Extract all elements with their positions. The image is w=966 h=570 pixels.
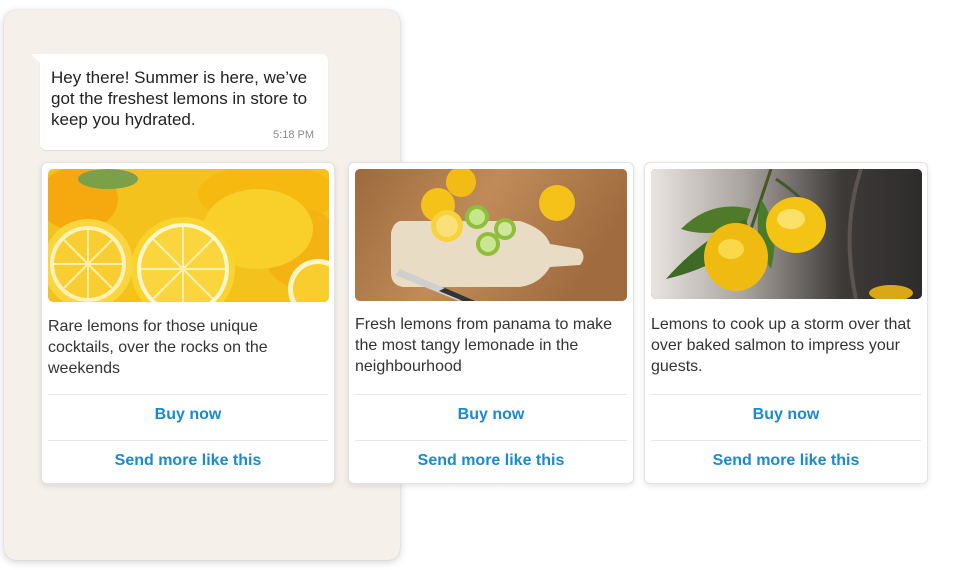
card-description: Lemons to cook up a storm over that over… (651, 316, 911, 375)
buy-now-button[interactable]: Buy now (42, 406, 334, 424)
send-more-button[interactable]: Send more like this (349, 452, 633, 470)
stage: Hey there! Summer is here, we’ve got the… (0, 0, 966, 570)
message-timestamp: 5:18 PM (273, 129, 314, 141)
divider (355, 394, 627, 395)
card-description: Fresh lemons from panama to make the mos… (355, 316, 612, 375)
divider (651, 394, 921, 395)
buy-now-button[interactable]: Buy now (349, 406, 633, 424)
divider (48, 394, 328, 395)
message-bubble: Hey there! Summer is here, we’ve got the… (40, 54, 328, 150)
divider (48, 440, 328, 441)
lemon-slices-image (48, 169, 329, 302)
divider (651, 440, 921, 441)
lemon-tree-branch-image (651, 169, 922, 299)
send-more-button[interactable]: Send more like this (645, 452, 927, 470)
buy-now-button[interactable]: Buy now (645, 406, 927, 424)
cutting-board-lemons-image (355, 169, 627, 301)
message-text: Hey there! Summer is here, we’ve got the… (51, 68, 308, 129)
divider (355, 440, 627, 441)
product-card-2: Fresh lemons from panama to make the mos… (348, 162, 634, 484)
send-more-button[interactable]: Send more like this (42, 452, 334, 470)
product-card-3: Lemons to cook up a storm over that over… (644, 162, 928, 484)
product-card-1: Rare lemons for those unique cocktails, … (41, 162, 335, 484)
card-description: Rare lemons for those unique cocktails, … (48, 318, 268, 377)
